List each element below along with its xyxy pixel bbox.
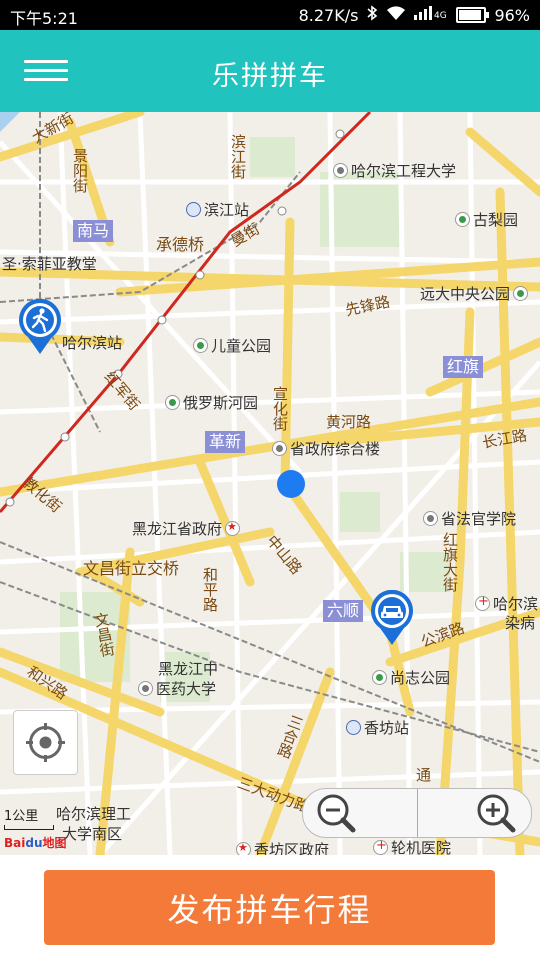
university-icon	[138, 681, 153, 696]
bluetooth-icon	[366, 5, 378, 25]
zoom-in-button[interactable]	[416, 789, 532, 837]
car-pin-icon[interactable]	[370, 589, 414, 646]
district-label: 六顺	[323, 600, 364, 622]
app-bar: 乐拼拼车	[0, 30, 540, 112]
poi-label: 儿童公园	[211, 337, 272, 355]
app-title: 乐拼拼车	[212, 61, 328, 92]
park-icon	[455, 212, 470, 227]
park-icon	[165, 395, 180, 410]
map-poi: 轮机医院	[373, 837, 451, 855]
map-label: 哈尔滨站	[62, 334, 123, 352]
pedestrian-pin-icon[interactable]	[18, 298, 62, 355]
poi-label: 省政府综合楼	[290, 440, 381, 458]
map-poi: 尚志公园	[372, 667, 450, 688]
map-poi: 香坊站	[346, 717, 409, 738]
map-label: 通	[416, 766, 432, 784]
map-poi: 儿童公园	[193, 335, 271, 356]
map-poi: 滨江站	[186, 199, 249, 220]
zoom-out-button[interactable]	[303, 789, 417, 837]
status-icons: 8.27K/s 4G 96%	[299, 5, 530, 25]
map-label: 承德桥	[156, 235, 205, 254]
university-icon	[333, 163, 348, 178]
poi-label: 轮机医院	[391, 839, 452, 855]
poi-label: 哈尔滨工程大学	[351, 162, 457, 180]
status-time: 下午5:21	[10, 9, 78, 28]
poi-label: 哈尔滨	[493, 595, 539, 613]
poi-label: 滨江站	[204, 201, 250, 219]
poi-label: 省法官学院	[441, 510, 517, 528]
zoom-out-icon	[317, 794, 356, 833]
publish-trip-button[interactable]: 发布拼车行程	[44, 870, 495, 945]
park-icon	[193, 338, 208, 353]
map-label: 红旗大街	[441, 532, 459, 592]
zoom-control	[302, 788, 532, 838]
building-icon	[272, 441, 287, 456]
map-label: 宣化街	[271, 386, 289, 431]
scale-label: 1公里	[4, 809, 39, 824]
map-label: 景阳街	[71, 148, 89, 193]
status-bar: 下午5:21 8.27K/s 4G 96%	[0, 0, 540, 30]
poi-label: 黑龙江中	[158, 660, 219, 678]
map-poi: 医药大学	[138, 678, 216, 699]
baidu-map-logo: Baidu地图	[4, 836, 67, 850]
government-icon	[225, 520, 241, 536]
map-poi: 省法官学院	[423, 508, 516, 529]
hospital-icon	[373, 838, 388, 855]
locate-button[interactable]	[13, 710, 78, 775]
train-station-icon	[346, 720, 361, 735]
map-label: 染病	[505, 614, 536, 632]
map-poi: 黑龙江中	[140, 658, 218, 679]
map-poi: 古梨园	[455, 209, 518, 230]
signal-icon: 4G	[414, 5, 448, 25]
map-label: 哈尔滨理工	[56, 805, 132, 823]
school-icon	[423, 511, 438, 526]
wifi-icon	[386, 5, 406, 25]
map-label: 滨江街	[229, 134, 247, 179]
locate-crosshair-icon	[26, 723, 65, 762]
battery-icon	[456, 7, 490, 23]
map-poi: 哈尔滨	[475, 593, 538, 614]
poi-label: 远大中央公园	[420, 285, 511, 303]
map-poi: 省政府综合楼	[272, 438, 380, 459]
park-icon	[372, 670, 387, 685]
battery-percent: 96%	[494, 5, 530, 25]
map-poi: 香坊区政府	[236, 839, 329, 855]
svg-text:4G: 4G	[434, 11, 447, 21]
map-label: 圣·索菲亚教堂	[2, 255, 97, 273]
map-label: 大学南区	[62, 825, 123, 843]
zoom-in-icon	[477, 794, 516, 833]
train-station-icon	[186, 202, 201, 217]
poi-label: 尚志公园	[390, 669, 451, 687]
district-label: 革新	[205, 431, 246, 453]
net-speed: 8.27K/s	[298, 5, 359, 25]
district-label: 南马	[73, 220, 114, 242]
poi-label: 医药大学	[156, 680, 217, 698]
poi-label: 俄罗斯河园	[183, 394, 259, 412]
park-icon	[513, 286, 529, 301]
poi-label: 黑龙江省政府	[132, 520, 223, 538]
map-poi: 哈尔滨工程大学	[333, 160, 456, 181]
map-view[interactable]: 大新街 景阳街 滨江街 哈尔滨工程大学 滨江站 古梨园 南马 承德桥 曼街 圣·…	[0, 112, 540, 855]
map-label: 黄河路	[326, 413, 372, 431]
map-label: 文昌街立交桥	[83, 559, 180, 578]
poi-label: 古梨园	[473, 211, 519, 229]
poi-label: 香坊站	[364, 719, 410, 737]
government-icon	[236, 841, 251, 855]
map-poi: 俄罗斯河园	[165, 392, 258, 413]
footer: 发布拼车行程	[0, 855, 540, 960]
map-poi: 远大中央公园	[420, 283, 531, 304]
district-label: 红旗	[443, 356, 484, 378]
map-scale: 1公里	[4, 805, 54, 830]
map-poi: 黑龙江省政府	[132, 518, 243, 539]
poi-label: 香坊区政府	[254, 841, 330, 855]
map-label: 和平路	[201, 567, 219, 612]
current-location-dot-icon	[277, 470, 305, 498]
hospital-icon	[475, 594, 490, 611]
